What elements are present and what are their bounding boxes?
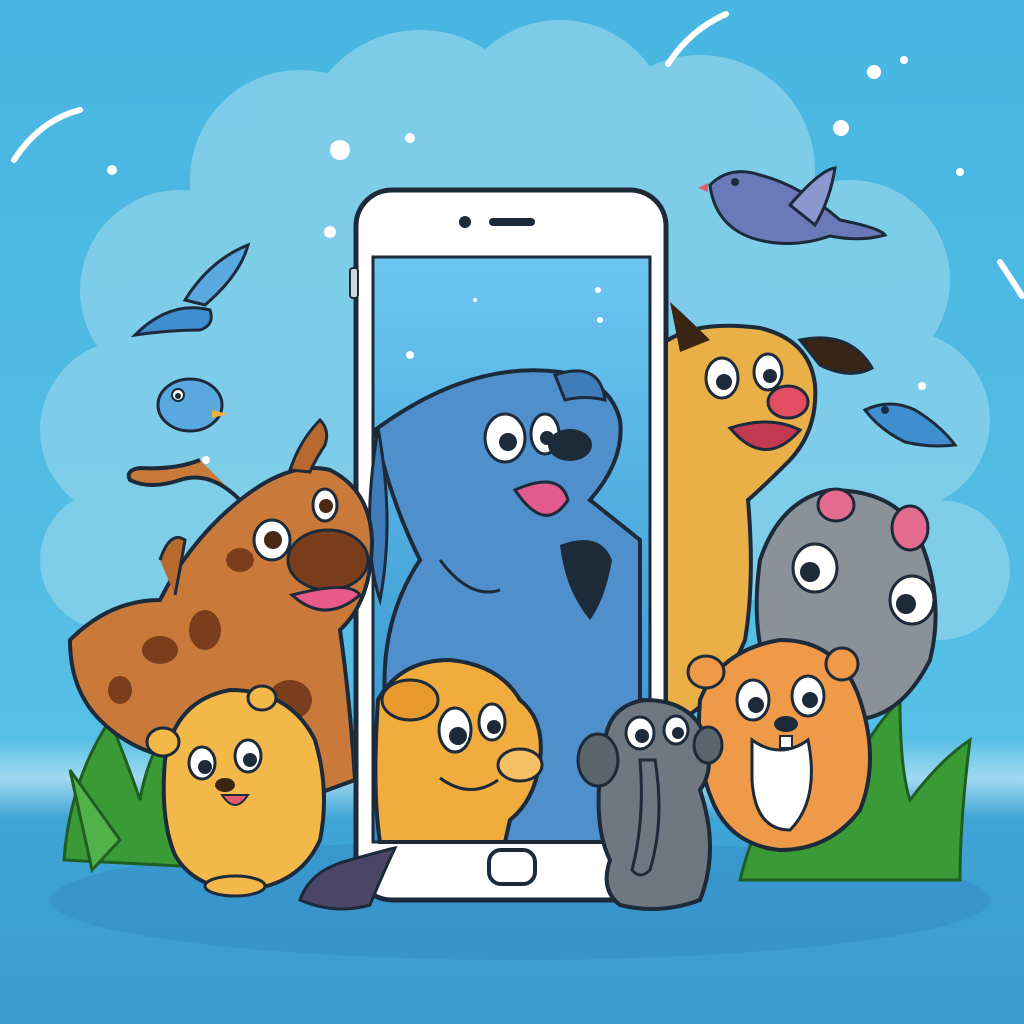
phone-home-button[interactable]: [487, 848, 537, 886]
phone-side-button: [349, 267, 359, 299]
illustration: [0, 0, 1024, 1024]
phone-camera-icon: [459, 216, 471, 228]
phone-speaker: [489, 218, 535, 226]
